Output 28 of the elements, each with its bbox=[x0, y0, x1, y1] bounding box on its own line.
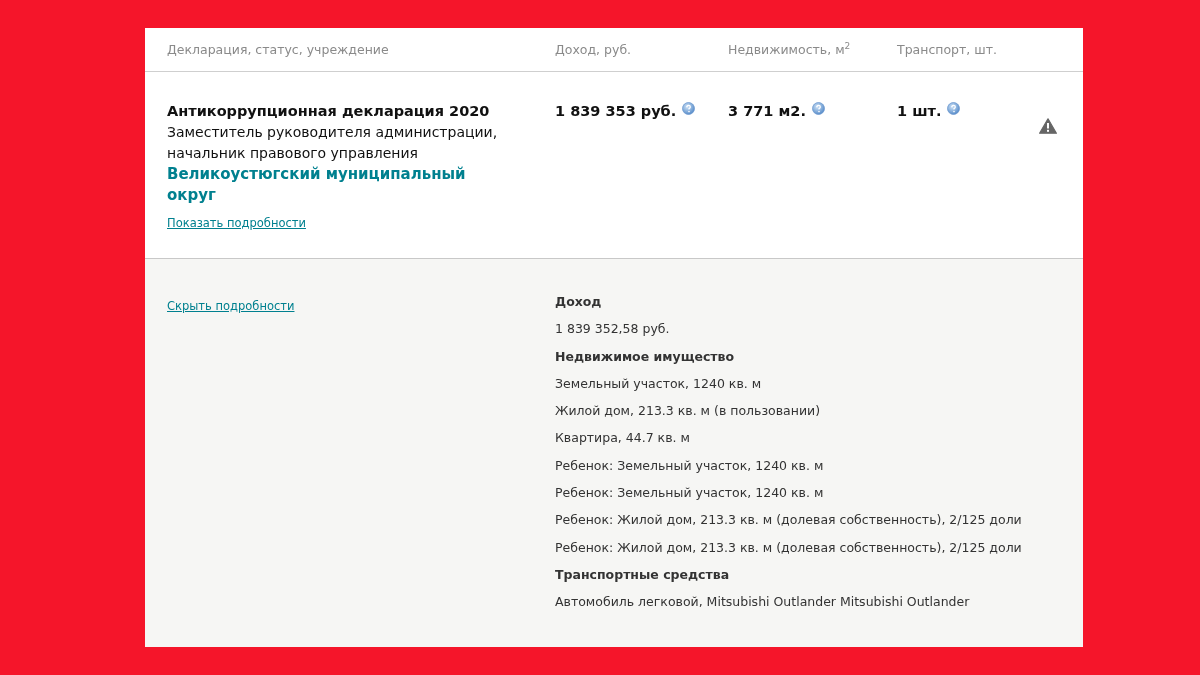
column-header: Недвижимость, м$^{2}$ bbox=[728, 41, 852, 58]
detail-text: 1 839 352,58 руб. bbox=[555, 320, 671, 339]
detail-text: Квартира, 44.7 кв. м bbox=[555, 429, 691, 448]
declaration-title: Антикоррупционная декларация 2020 bbox=[167, 102, 491, 121]
position-text: Заместитель руководителя администрации, начальник правового управления bbox=[167, 123, 499, 163]
detail-text: Ребенок: Жилой дом, 213.3 кв. м (долевая собственность), 2/125 доли bbox=[555, 538, 1023, 557]
column-header: Доход, руб. bbox=[555, 42, 633, 57]
detail-text: Земельный участок, 1240 кв. м bbox=[555, 374, 763, 393]
organization-link[interactable]: Великоустюгский муниципальный округ bbox=[167, 164, 487, 206]
section-heading: Транспортные средства bbox=[555, 565, 731, 584]
transport-value: 1 шт. bbox=[897, 102, 942, 121]
detail-text: Ребенок: Жилой дом, 213.3 кв. м (долевая собственность), 2/125 доли bbox=[555, 511, 1023, 530]
column-header: Транспорт, шт. bbox=[897, 42, 998, 57]
help-icon[interactable] bbox=[811, 102, 825, 115]
detail-text: Ребенок: Земельный участок, 1240 кв. м bbox=[555, 456, 825, 475]
help-icon[interactable] bbox=[682, 102, 696, 115]
show-details-link[interactable]: Показать подробности bbox=[167, 216, 306, 230]
real-estate-value: 3 771 м2. bbox=[728, 102, 806, 121]
column-header: Декларация, статус, учреждение bbox=[167, 42, 390, 57]
detail-text: Автомобиль легковой, Mitsubishi Outlander Mitsubishi Outlander bbox=[555, 593, 971, 612]
section-heading: Недвижимое имущество bbox=[555, 347, 736, 366]
warning-icon bbox=[1039, 118, 1057, 134]
section-heading: Доход bbox=[555, 293, 603, 311]
help-icon[interactable] bbox=[947, 102, 961, 115]
hide-details-link[interactable]: Скрыть подробности bbox=[167, 299, 295, 313]
detail-text: Ребенок: Земельный участок, 1240 кв. м bbox=[555, 484, 825, 503]
income-value: 1 839 353 руб. bbox=[555, 102, 677, 121]
detail-text: Жилой дом, 213.3 кв. м (в пользовании) bbox=[555, 402, 822, 421]
